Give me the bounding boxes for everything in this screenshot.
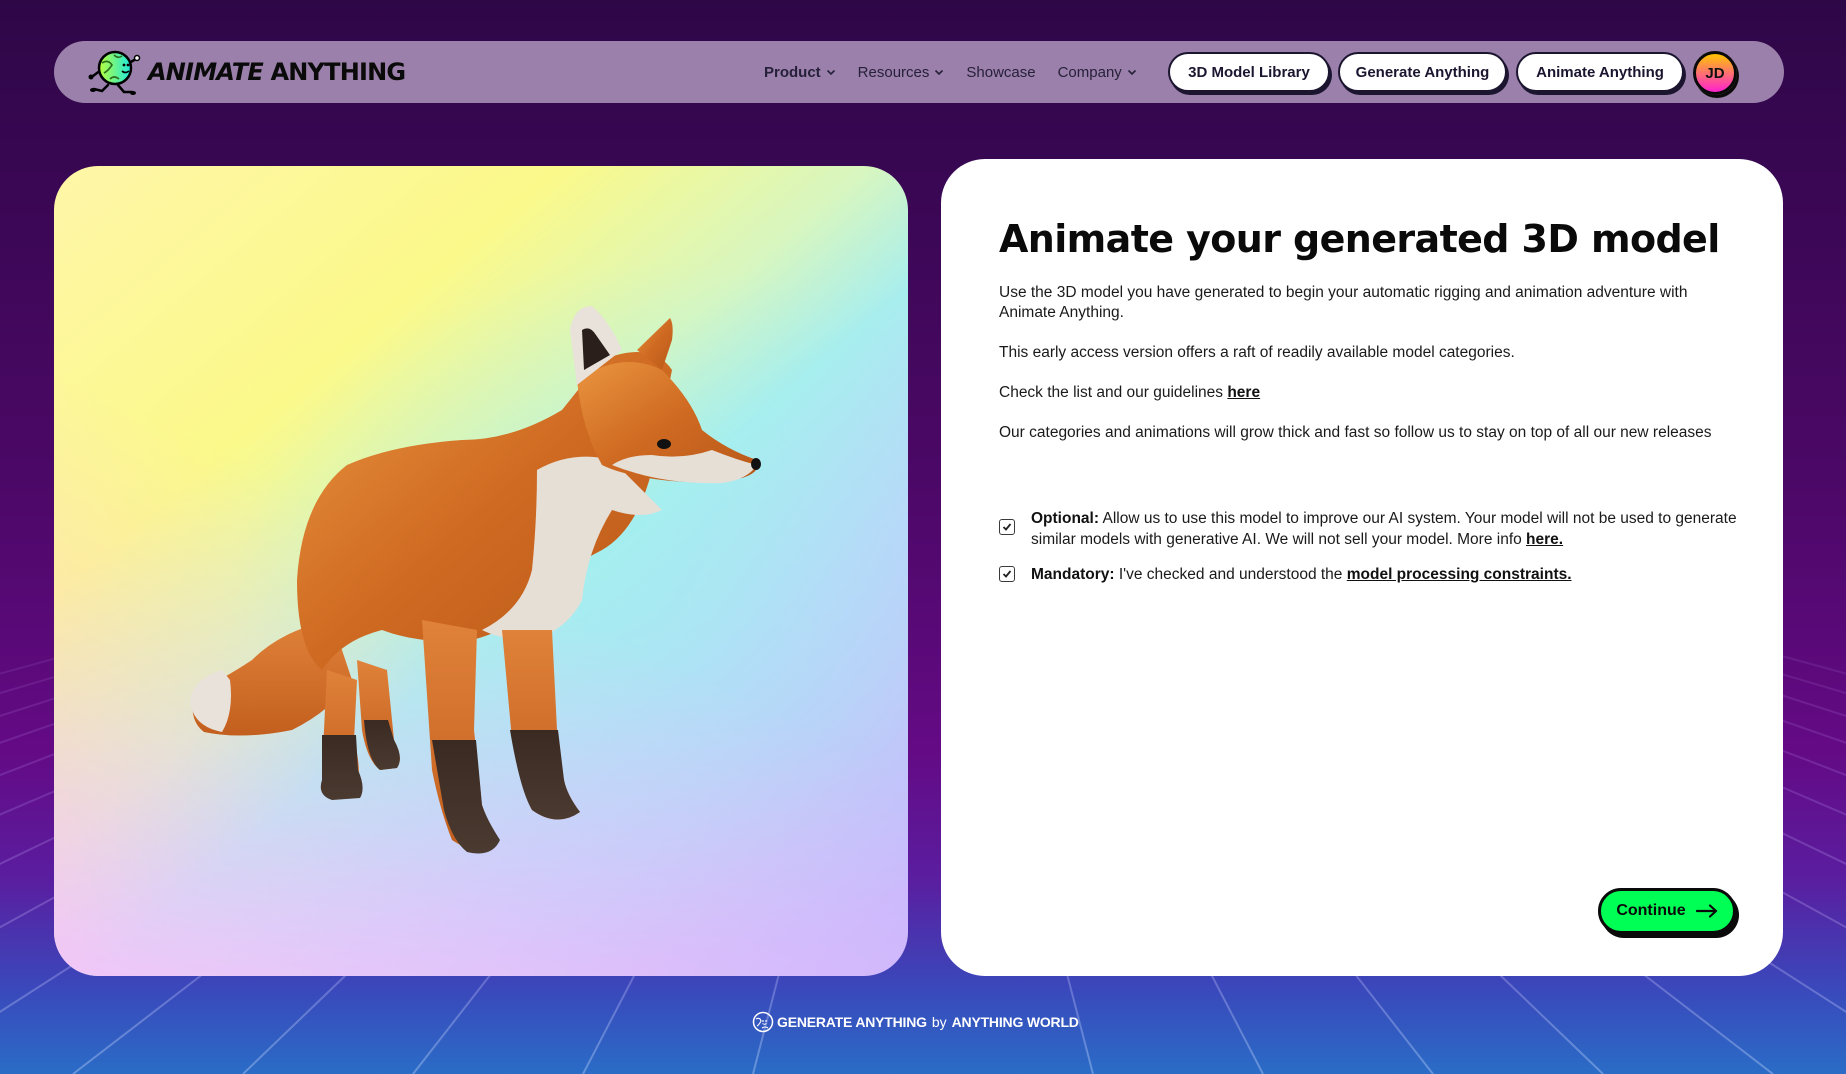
intro-paragraph: Use the 3D model you have generated to b…: [999, 284, 1688, 321]
checkmark-icon: [1002, 523, 1012, 531]
guidelines-paragraph: Check the list and our guidelines here: [999, 383, 1729, 403]
animate-info-card: Animate your generated 3D model Use the …: [941, 159, 1783, 976]
optional-more-info-link[interactable]: here.: [1526, 531, 1563, 548]
chevron-down-icon: [935, 69, 944, 76]
nav-product-label: Product: [764, 63, 821, 81]
optional-consent: Optional: Allow us to use this model to …: [999, 508, 1739, 550]
running-globe-icon: [88, 50, 141, 95]
nav-showcase-label: Showcase: [966, 63, 1036, 81]
optional-label: Optional:: [1031, 510, 1100, 527]
footer-brand[interactable]: GENERATE ANYTHING by ANYTHING WORLD: [752, 1010, 1079, 1034]
guidelines-link[interactable]: here: [1227, 384, 1260, 401]
nav-resources[interactable]: Resources: [858, 64, 945, 81]
nav-company-label: Company: [1057, 63, 1122, 81]
footer-brand-name: GENERATE ANYTHING: [777, 1014, 927, 1030]
mandatory-consent-text: Mandatory: I've checked and understood t…: [1031, 564, 1572, 585]
mandatory-consent-checkbox[interactable]: [999, 566, 1015, 582]
logo-text-animate: ANIMATE: [148, 58, 264, 86]
logo-text: ANIMATE ANYTHING: [148, 58, 406, 86]
logo[interactable]: ANIMATE ANYTHING: [84, 45, 406, 99]
early-access-paragraph: This early access version offers a raft …: [999, 344, 1515, 361]
model-library-button[interactable]: 3D Model Library: [1168, 52, 1330, 92]
mandatory-label: Mandatory:: [1031, 566, 1115, 583]
page-title: Animate your generated 3D model: [999, 217, 1720, 261]
mandatory-consent: Mandatory: I've checked and understood t…: [999, 564, 1739, 585]
checkmark-icon: [1002, 570, 1012, 578]
footer-by: by: [931, 1014, 947, 1030]
processing-constraints-link[interactable]: model processing constraints.: [1347, 566, 1572, 583]
chevron-down-icon: [1127, 69, 1136, 76]
nav-links: Product Resources Showcase Company: [764, 41, 1159, 103]
anything-world-globe-icon: [752, 1011, 774, 1033]
user-avatar[interactable]: JD: [1693, 51, 1737, 95]
continue-button[interactable]: Continue: [1598, 888, 1736, 934]
chevron-down-icon: [826, 69, 835, 76]
nav-showcase[interactable]: Showcase: [966, 64, 1035, 81]
continue-label: Continue: [1616, 902, 1686, 919]
nav-resources-label: Resources: [857, 63, 930, 81]
optional-consent-text: Optional: Allow us to use this model to …: [1031, 508, 1739, 550]
optional-description: Allow us to use this model to improve ou…: [1031, 510, 1737, 548]
follow-paragraph: Our categories and animations will grow …: [999, 424, 1712, 441]
model-preview-panel[interactable]: [54, 166, 908, 976]
nav-product[interactable]: Product: [764, 64, 836, 81]
nav-company[interactable]: Company: [1058, 64, 1137, 81]
optional-consent-checkbox[interactable]: [999, 519, 1015, 535]
footer-company: ANYTHING WORLD: [951, 1014, 1079, 1030]
logo-text-anything: ANYTHING: [270, 58, 406, 86]
guidelines-text: Check the list and our guidelines: [999, 384, 1228, 401]
mandatory-description: I've checked and understood the: [1114, 566, 1347, 583]
top-navigation: ANIMATE ANYTHING Product Resources Showc…: [54, 41, 1784, 103]
animate-anything-button[interactable]: Animate Anything: [1516, 52, 1684, 92]
fox-model-icon[interactable]: [182, 300, 762, 870]
arrow-right-icon: [1695, 904, 1717, 918]
generate-anything-button[interactable]: Generate Anything: [1338, 52, 1507, 92]
